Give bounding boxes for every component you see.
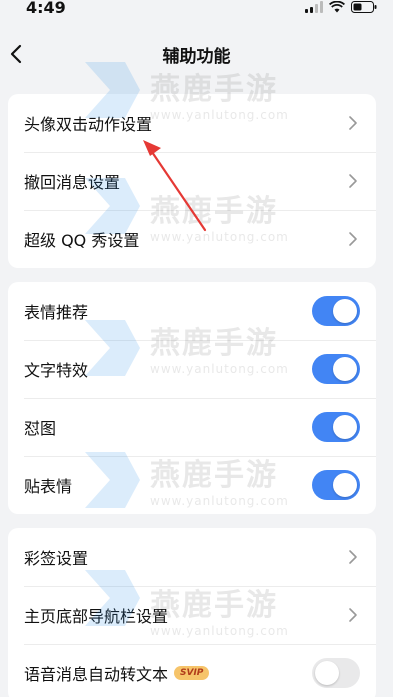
row-label: 头像双击动作设置 <box>24 115 153 134</box>
svip-badge: SVIP <box>174 666 210 680</box>
chevron-right-icon <box>349 232 357 246</box>
row-label: 贴表情 <box>24 477 73 496</box>
toggle-knob <box>333 299 357 323</box>
row-avatar-double-tap-settings[interactable]: 头像双击动作设置 <box>8 94 376 152</box>
row-label: 撤回消息设置 <box>24 173 121 192</box>
settings-group-3: 彩签设置 主页底部导航栏设置 语音消息自动转文本 SVIP <box>8 528 376 697</box>
wifi-icon <box>329 1 345 13</box>
toggle-knob <box>333 415 357 439</box>
row-super-qq-show-settings[interactable]: 超级 QQ 秀设置 <box>8 210 376 268</box>
chevron-right-icon <box>349 116 357 130</box>
paste-sticker-toggle[interactable] <box>312 470 360 500</box>
page-title: 辅助功能 <box>162 47 231 67</box>
meme-reply-toggle[interactable] <box>312 412 360 442</box>
row-sticker-recommend: 表情推荐 <box>8 282 376 340</box>
voice-to-text-toggle[interactable] <box>312 658 360 688</box>
row-paste-sticker: 贴表情 <box>8 456 376 514</box>
row-meme-reply: 怼图 <box>8 398 376 456</box>
settings-group-2: 表情推荐 文字特效 怼图 贴表情 <box>8 282 376 514</box>
text-effects-toggle[interactable] <box>312 354 360 384</box>
sticker-recommend-toggle[interactable] <box>312 296 360 326</box>
row-label: 表情推荐 <box>24 303 89 322</box>
chevron-right-icon <box>349 174 357 188</box>
row-recall-message-settings[interactable]: 撤回消息设置 <box>8 152 376 210</box>
row-text-effects: 文字特效 <box>8 340 376 398</box>
toggle-knob <box>315 661 339 685</box>
row-label: 文字特效 <box>24 361 89 380</box>
chevron-right-icon <box>349 608 357 622</box>
toggle-knob <box>333 473 357 497</box>
row-label: 彩签设置 <box>24 549 89 568</box>
status-icons <box>305 1 377 13</box>
row-label: 主页底部导航栏设置 <box>24 607 169 626</box>
chevron-right-icon <box>349 550 357 564</box>
toggle-knob <box>333 357 357 381</box>
battery-icon <box>351 1 377 13</box>
nav-bar: 辅助功能 <box>0 20 393 86</box>
row-bottom-nav-settings[interactable]: 主页底部导航栏设置 <box>8 586 376 644</box>
status-bar: 4:49 <box>0 0 393 20</box>
row-color-tag-settings[interactable]: 彩签设置 <box>8 528 376 586</box>
row-label: 怼图 <box>24 419 57 438</box>
row-label: 语音消息自动转文本 <box>24 665 169 684</box>
settings-group-1: 头像双击动作设置 撤回消息设置 超级 QQ 秀设置 <box>8 94 376 268</box>
signal-icon <box>305 1 323 13</box>
row-voice-to-text: 语音消息自动转文本 SVIP <box>8 644 376 697</box>
row-label: 超级 QQ 秀设置 <box>24 231 140 250</box>
status-time: 4:49 <box>26 0 66 17</box>
